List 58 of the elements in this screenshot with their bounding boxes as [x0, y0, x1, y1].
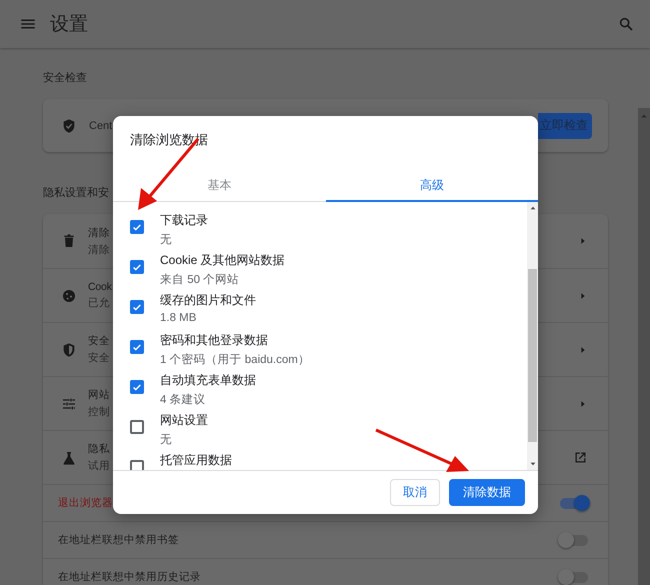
row-subtitle: 控制 — [88, 405, 110, 419]
checkbox[interactable] — [130, 420, 144, 434]
setting-label: 在地址栏联想中禁用历史记录 — [58, 570, 201, 584]
setting-label: 在地址栏联想中禁用书签 — [58, 533, 179, 547]
section-heading: 安全检查 — [43, 70, 88, 86]
item-detail: 4 条建议 — [160, 392, 207, 407]
shield-icon — [61, 342, 77, 358]
item-detail: 无 — [160, 433, 173, 447]
check-icon — [132, 222, 142, 232]
row-subtitle: 已允 — [88, 296, 110, 310]
scrollbar-thumb[interactable] — [528, 269, 537, 442]
item-label: 网站设置 — [160, 412, 208, 429]
flask-icon — [61, 450, 77, 466]
checkbox[interactable] — [130, 220, 144, 234]
item-detail: 1 个密码（用于 baidu.com） — [160, 352, 310, 367]
item-label: Cookie 及其他网站数据 — [160, 252, 285, 269]
search-icon[interactable] — [618, 16, 634, 32]
row-subtitle: 清除 — [88, 242, 110, 256]
item-label: 缓存的图片和文件 — [160, 292, 256, 309]
page-title: 设置 — [50, 13, 89, 37]
sliders-icon — [61, 396, 77, 412]
item-detail: 无 — [160, 233, 173, 247]
checkbox[interactable] — [130, 460, 144, 470]
item-detail: 1.8 MB — [160, 312, 198, 324]
row-title: Cook — [88, 281, 112, 293]
checkbox[interactable] — [130, 380, 144, 394]
item-label: 下载记录 — [160, 212, 208, 229]
check-icon — [132, 342, 142, 352]
toggle-switch[interactable] — [560, 572, 588, 582]
checkbox[interactable] — [130, 300, 144, 314]
check-icon — [132, 262, 142, 272]
safety-check-text: Cent — [89, 120, 112, 132]
row-subtitle: 试用 — [88, 459, 110, 473]
row-title: 隐私 — [88, 442, 110, 456]
checkbox[interactable] — [130, 340, 144, 354]
setting-label: 退出浏览器 — [58, 496, 113, 510]
check-icon — [132, 382, 142, 392]
toggle-switch[interactable] — [560, 498, 588, 508]
scroll-down-icon[interactable] — [528, 460, 536, 468]
row-title: 网站 — [88, 388, 110, 402]
row-title: 安全 — [88, 334, 110, 348]
item-label: 密码和其他登录数据 — [160, 332, 269, 349]
tab[interactable]: 高级 — [326, 170, 538, 202]
shield-icon — [61, 118, 77, 134]
item-label: 自动填充表单数据 — [160, 372, 256, 389]
external-link-icon[interactable] — [573, 450, 588, 465]
clear-data-button[interactable]: 清除数据 — [449, 479, 525, 506]
cancel-button[interactable]: 取消 — [390, 479, 440, 506]
scroll-up-icon[interactable] — [528, 204, 536, 212]
item-detail: 来自 50 个网站 — [160, 272, 240, 287]
item-label: 托管应用数据 — [160, 452, 232, 469]
check-icon — [132, 302, 142, 312]
tab[interactable]: 基本 — [113, 170, 326, 202]
row-title: 清除 — [88, 226, 110, 240]
checkbox[interactable] — [130, 260, 144, 274]
row-subtitle: 安全 — [88, 351, 110, 365]
cookie-icon — [61, 288, 77, 304]
toggle-switch[interactable] — [560, 534, 588, 546]
